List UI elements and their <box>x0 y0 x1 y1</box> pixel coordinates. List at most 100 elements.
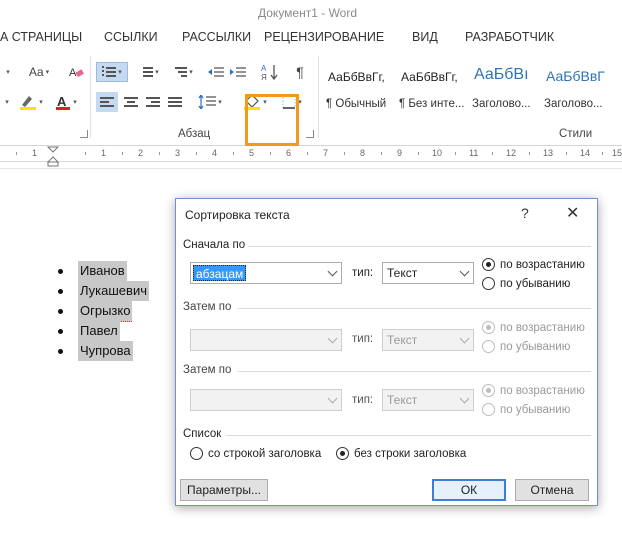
show-formatting-button[interactable]: ¶ <box>290 62 310 82</box>
font-color-button[interactable]: A ▾ <box>52 92 80 112</box>
ruler-number: 7 <box>323 148 329 158</box>
numbering-button[interactable]: ▾ <box>134 62 164 82</box>
tab-mailings[interactable]: РАССЫЛКИ <box>182 30 251 44</box>
close-icon[interactable]: ✕ <box>566 203 579 223</box>
sort-by-ascending-label: по возрастанию <box>500 258 585 271</box>
ruler-number: 9 <box>397 148 403 158</box>
align-right-button[interactable] <box>142 92 164 112</box>
decrease-indent-icon <box>208 67 224 77</box>
change-case-button[interactable]: Aa ▾ <box>24 62 54 82</box>
style-name: Заголово... <box>472 98 531 110</box>
style-sample: АаБбВвГг, <box>401 70 458 84</box>
radio-selected-icon <box>482 321 495 334</box>
section-divider <box>226 435 591 436</box>
window-title: Документ1 - Word <box>258 6 358 20</box>
then-by-ascending-label: по возрастанию <box>500 321 585 334</box>
ruler-tick <box>307 152 308 155</box>
list-item-text: Огрызко <box>78 301 133 322</box>
ruler-tick <box>344 152 345 155</box>
then-by-label: Затем по <box>183 301 232 313</box>
list-item-text: Павел <box>78 321 120 341</box>
chevron-down-icon <box>324 263 341 283</box>
font-color-arrow-left[interactable]: ▾ <box>0 92 12 112</box>
ruler-number: 1 <box>32 148 38 158</box>
tab-view[interactable]: ВИД <box>412 30 438 44</box>
ruler-number: 5 <box>249 148 255 158</box>
decrease-indent-button[interactable] <box>206 62 226 82</box>
options-button[interactable]: Параметры... <box>180 479 268 501</box>
then-by-2-type-label: тип: <box>352 394 374 406</box>
multilevel-list-icon <box>173 66 188 78</box>
chevron-down-icon <box>456 390 473 410</box>
sort-text-dialog: Сортировка текста ? ✕ Сначала по абзацам… <box>175 198 598 506</box>
bullets-button[interactable]: ▾ <box>96 62 128 82</box>
bullet-icon <box>58 289 63 294</box>
style-name: Заголово... <box>544 98 603 110</box>
line-spacing-button[interactable]: ▾ <box>194 92 226 112</box>
ribbon-tabs: А СТРАНИЦЫ ССЫЛКИ РАССЫЛКИ РЕЦЕНЗИРОВАНИ… <box>0 28 622 48</box>
sort-by-type-value: Текст <box>387 266 418 280</box>
then-by-descending-label: по убыванию <box>500 340 571 353</box>
sort-by-ascending-radio[interactable]: по возрастанию <box>482 258 585 271</box>
clear-formatting-button[interactable]: A <box>66 62 86 82</box>
then-by-type-label: тип: <box>352 333 374 345</box>
without-header-row-radio[interactable]: без строки заголовка <box>336 447 466 460</box>
radio-unselected-icon <box>482 403 495 416</box>
align-center-button[interactable] <box>120 92 142 112</box>
indent-marker-icon[interactable] <box>46 146 60 168</box>
multilevel-list-button[interactable]: ▾ <box>168 62 198 82</box>
tab-page-layout[interactable]: А СТРАНИЦЫ <box>0 30 82 44</box>
ruler-tick <box>122 152 123 155</box>
ruler-number: 12 <box>506 148 517 158</box>
font-dialog-launcher[interactable] <box>80 130 88 138</box>
without-header-row-label: без строки заголовка <box>354 447 467 460</box>
sort-by-field-value: абзацам <box>193 265 247 281</box>
ok-button[interactable]: ОК <box>432 479 506 501</box>
radio-selected-icon <box>336 447 349 460</box>
ruler-tick <box>233 152 234 155</box>
sort-by-descending-radio[interactable]: по убыванию <box>482 277 570 290</box>
style-sample: АаБбВвГг, <box>328 70 385 84</box>
align-left-button[interactable] <box>96 92 118 112</box>
radio-selected-icon <box>482 384 495 397</box>
then-by-type-value: Текст <box>387 333 418 347</box>
cancel-button[interactable]: Отмена <box>515 479 589 501</box>
bullet-icon <box>58 349 63 354</box>
ruler-tick <box>85 152 86 155</box>
justify-icon <box>168 96 182 108</box>
sort-az-icon: AЯ <box>261 64 278 81</box>
paragraph-dialog-launcher[interactable] <box>306 130 314 138</box>
increase-indent-button[interactable] <box>228 62 248 82</box>
style-sample: АаБбВвГ <box>546 68 605 84</box>
tab-developer[interactable]: РАЗРАБОТЧИК <box>465 30 554 44</box>
pilcrow-icon: ¶ <box>296 64 304 80</box>
then-by-type-select: Текст <box>382 329 474 351</box>
justify-button[interactable] <box>164 92 186 112</box>
tab-review[interactable]: РЕЦЕНЗИРОВАНИЕ <box>264 30 384 44</box>
help-icon[interactable]: ? <box>521 205 529 221</box>
then-by-2-ascending-radio: по возрастанию <box>482 384 585 397</box>
dialog-title: Сортировка текста <box>185 208 290 222</box>
sort-by-field-select[interactable]: абзацам <box>190 262 342 284</box>
svg-text:Я: Я <box>261 73 267 81</box>
then-by-2-type-value: Текст <box>387 393 418 407</box>
sort-by-type-select[interactable]: Текст <box>382 262 474 284</box>
then-by-2-ascending-label: по возрастанию <box>500 384 585 397</box>
chevron-down-icon <box>324 390 341 410</box>
with-header-row-radio[interactable]: со строкой заголовка <box>190 447 321 460</box>
radio-unselected-icon <box>482 340 495 353</box>
then-by-2-field-value <box>193 392 197 408</box>
sort-button-highlight <box>245 94 299 146</box>
sort-button[interactable]: AЯ <box>258 62 282 82</box>
font-size-dropdown-arrow[interactable]: ▾ <box>0 62 14 82</box>
align-center-icon <box>124 96 138 108</box>
highlight-color-button[interactable]: ▾ <box>16 92 46 112</box>
list-item-text: Иванов <box>78 261 127 281</box>
horizontal-ruler[interactable]: 1 1 2 3 4 5 6 7 8 9 10 11 12 13 14 15 <box>0 146 622 168</box>
ruler-tick <box>196 152 197 155</box>
sort-by-type-label: тип: <box>352 267 374 279</box>
tab-references[interactable]: ССЫЛКИ <box>104 30 158 44</box>
ruler-number: 11 <box>469 148 479 158</box>
ruler-number: 3 <box>175 148 181 158</box>
ruler-tick <box>16 152 17 155</box>
